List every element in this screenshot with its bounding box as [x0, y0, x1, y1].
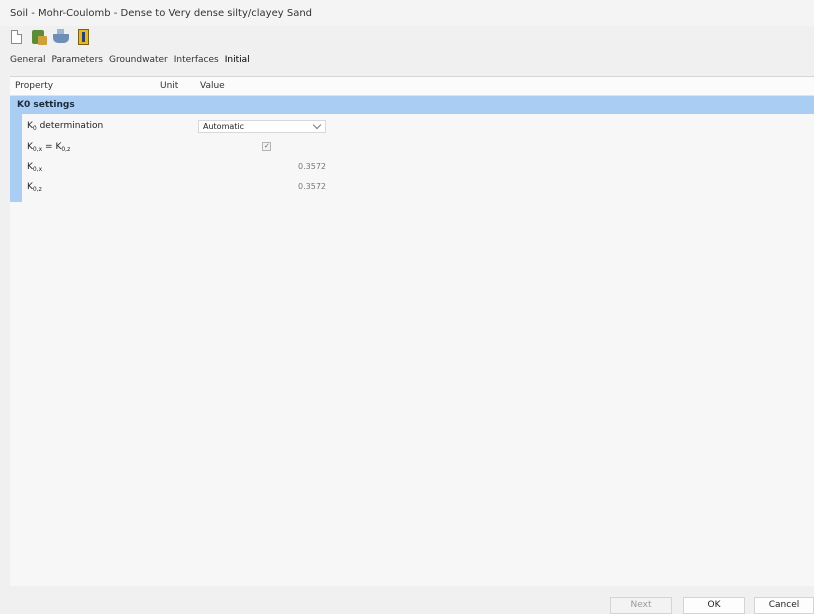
next-button[interactable]: Next [610, 597, 672, 614]
tab-groundwater[interactable]: Groundwater [109, 55, 168, 69]
tab-bar: General Parameters Groundwater Interface… [10, 55, 250, 69]
column-header-property[interactable]: Property [15, 81, 53, 91]
row-k0z: K0,z 0.3572 [10, 178, 814, 196]
title-bar: Soil - Mohr-Coulomb - Dense to Very dens… [0, 0, 814, 26]
open-database-icon [32, 30, 47, 45]
row-k0-determination: K0 determination Automatic [10, 117, 814, 135]
new-document-icon [11, 30, 22, 44]
book-button[interactable] [74, 28, 92, 46]
k0-determination-select[interactable]: Automatic [198, 120, 326, 133]
tab-interfaces[interactable]: Interfaces [174, 55, 219, 69]
tab-initial[interactable]: Initial [225, 55, 250, 69]
column-header-value[interactable]: Value [200, 81, 225, 91]
tab-general[interactable]: General [10, 55, 45, 69]
k0x-label: K0,x [27, 162, 43, 173]
new-document-button[interactable] [8, 28, 26, 46]
k0-determination-label: K0 determination [27, 121, 104, 132]
k0z-value[interactable]: 0.3572 [298, 182, 326, 191]
k0x-equals-k0z-label: K0,x = K0,z [27, 142, 71, 153]
group-row-k0-settings[interactable]: K0 settings [10, 96, 814, 114]
window-title: Soil - Mohr-Coulomb - Dense to Very dens… [10, 8, 313, 19]
toolbar [8, 28, 92, 50]
k0z-label: K0,z [27, 182, 42, 193]
open-database-button[interactable] [30, 28, 48, 46]
tab-parameters[interactable]: Parameters [51, 55, 103, 69]
chevron-down-icon [312, 120, 322, 130]
k0-determination-value: Automatic [203, 122, 245, 131]
cancel-button[interactable]: Cancel [754, 597, 814, 614]
column-header-unit[interactable]: Unit [160, 81, 178, 91]
checkmark-icon: ✓ [264, 142, 270, 150]
ship-button[interactable] [52, 28, 70, 46]
book-icon [78, 29, 89, 45]
row-k0x: K0,x 0.3572 [10, 158, 814, 176]
row-k0x-equals-k0z: K0,x = K0,z ✓ [10, 138, 814, 156]
property-grid: Property Unit Value K0 settings K0 deter… [10, 76, 814, 587]
dialog-footer: Next OK Cancel [0, 586, 814, 614]
k0x-equals-k0z-checkbox[interactable]: ✓ [262, 142, 271, 151]
k0x-value[interactable]: 0.3572 [298, 162, 326, 171]
grid-header: Property Unit Value [10, 77, 814, 96]
group-label: K0 settings [17, 100, 75, 110]
ok-button[interactable]: OK [683, 597, 745, 614]
ship-icon [53, 29, 69, 43]
